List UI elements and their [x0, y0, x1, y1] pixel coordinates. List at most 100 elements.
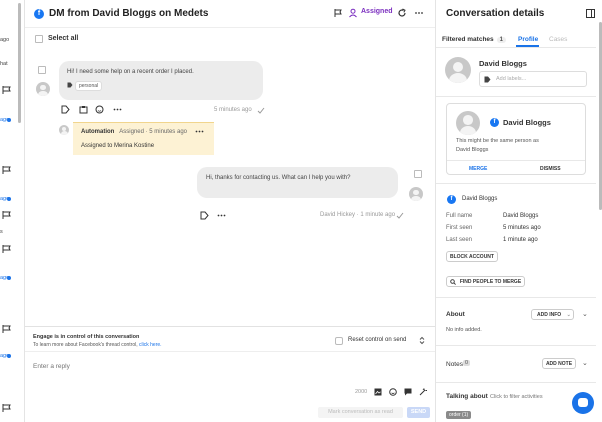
- more-icon[interactable]: [217, 211, 226, 220]
- profile-name: David Bloggs: [479, 59, 527, 68]
- talking-about-hint: Click to filter activities: [490, 394, 543, 400]
- image-icon[interactable]: [374, 388, 382, 396]
- help-chat-button[interactable]: [572, 392, 594, 414]
- list-fragment: hat: [0, 61, 8, 67]
- about-title: About: [446, 311, 465, 318]
- section-divider: [436, 183, 596, 184]
- section-divider: [436, 345, 596, 346]
- dismiss-button[interactable]: DISMISS: [540, 166, 561, 172]
- topic-chip[interactable]: order (1): [446, 411, 472, 419]
- tag-icon: [484, 76, 491, 83]
- facebook-account-name: David Bloggs: [462, 196, 498, 202]
- more-icon[interactable]: [113, 105, 122, 114]
- field-key: First seen: [446, 225, 473, 231]
- suggested-avatar: [456, 111, 480, 135]
- find-people-label: FIND PEOPLE TO MERGE: [459, 279, 522, 285]
- conversation-header: f DM from David Bloggs on Medets Assigne…: [25, 0, 435, 28]
- details-title: Conversation details: [446, 8, 545, 19]
- tag-icon[interactable]: [200, 211, 209, 220]
- automation-title: Automation: [81, 129, 115, 135]
- select-all-checkbox[interactable]: [35, 35, 43, 43]
- find-people-button[interactable]: FIND PEOPLE TO MERGE: [446, 276, 525, 287]
- add-labels-field[interactable]: Add labels...: [479, 71, 587, 87]
- flag-icon: [2, 325, 11, 333]
- add-info-button[interactable]: ADD INFO ⌄: [531, 309, 574, 320]
- reply-input[interactable]: [33, 360, 423, 372]
- automation-note: [73, 122, 214, 155]
- message-author-time: David Hickey · 1 minute ago: [320, 212, 396, 218]
- message-time: 5 minutes ago: [214, 107, 252, 113]
- message-checkbox[interactable]: [414, 170, 422, 178]
- assigned-button[interactable]: Assigned: [361, 8, 393, 15]
- field-value: David Bloggs: [503, 213, 539, 219]
- flag-icon: [2, 404, 11, 412]
- more-icon[interactable]: [195, 127, 204, 136]
- facebook-icon: f: [447, 195, 456, 204]
- section-divider: [436, 382, 596, 383]
- conversation-panel: f DM from David Bloggs on Medets Assigne…: [25, 0, 435, 422]
- conversation-title: DM from David Bloggs on Medets: [49, 8, 209, 19]
- tag-icon[interactable]: [61, 105, 70, 114]
- tab-profile[interactable]: Profile: [518, 36, 538, 43]
- flag-icon[interactable]: [333, 8, 343, 18]
- magic-icon[interactable]: [419, 388, 427, 396]
- chevron-down-icon[interactable]: ⌄: [582, 359, 588, 367]
- section-divider: [436, 96, 596, 97]
- customer-avatar: [36, 82, 50, 96]
- field-key: Full name: [446, 213, 473, 219]
- chevron-down-icon[interactable]: ⌄: [582, 310, 588, 318]
- suggested-name: David Bloggs: [503, 118, 551, 127]
- thread-control-text: To learn more about Facebook's thread co…: [33, 342, 138, 348]
- notes-title: Notes: [446, 361, 463, 368]
- archive-icon[interactable]: [79, 105, 88, 114]
- emoji-icon[interactable]: [389, 388, 397, 396]
- automation-body: Assigned to Merina Kostine: [81, 143, 155, 149]
- person-icon: [349, 8, 357, 18]
- incoming-message-text: Hi! I need some help on a recent order I…: [67, 69, 194, 75]
- matches-badge: 1: [496, 37, 507, 43]
- section-divider: [436, 297, 596, 298]
- canned-response-icon[interactable]: [404, 388, 412, 396]
- merge-button[interactable]: MERGE: [469, 166, 487, 172]
- emoji-icon[interactable]: [95, 105, 104, 114]
- conversation-list-strip[interactable]: ago hat ago ago s ago ago: [0, 0, 25, 422]
- agent-avatar: [409, 187, 423, 201]
- field-value: 1 minute ago: [503, 237, 538, 243]
- list-scrollbar[interactable]: [18, 3, 21, 123]
- merge-suggestion-text: This might be the same person as: [456, 138, 539, 144]
- send-button[interactable]: SEND: [407, 407, 430, 418]
- check-icon: [396, 212, 404, 219]
- merge-suggestion-card: f David Bloggs This might be the same pe…: [446, 103, 586, 175]
- message-tag[interactable]: personal: [67, 81, 103, 91]
- thread-control-bar: Engage is in control of this conversatio…: [25, 326, 435, 351]
- thread-control-info: To learn more about Facebook's thread co…: [33, 342, 162, 348]
- field-key: Last seen: [446, 237, 473, 243]
- automation-header: Automation Assigned · 5 minutes ago: [81, 128, 187, 135]
- tag-chip: personal: [74, 81, 103, 91]
- incoming-message-bubble: Hi! I need some help on a recent order I…: [59, 61, 263, 100]
- reply-composer: 2000 Mark conversation as read SEND: [25, 351, 435, 422]
- message-checkbox[interactable]: [38, 66, 46, 74]
- profile-avatar: [445, 57, 471, 83]
- outgoing-message-bubble: Hi, thanks for contacting us. What can I…: [197, 167, 398, 198]
- more-icon[interactable]: [414, 8, 424, 18]
- unread-dot: [7, 276, 11, 280]
- block-account-button[interactable]: BLOCK ACCOUNT: [446, 251, 498, 262]
- tab-cases[interactable]: Cases: [549, 36, 567, 43]
- reset-control-checkbox[interactable]: [335, 337, 343, 345]
- tab-filtered-matches[interactable]: Filtered matches 1: [442, 36, 507, 43]
- facebook-icon: f: [490, 118, 499, 127]
- collapse-panel-icon[interactable]: [586, 9, 595, 18]
- flag-icon: [2, 166, 11, 174]
- unread-dot: [7, 118, 11, 122]
- no-info-text: No info added.: [446, 327, 482, 333]
- merge-suggestion-target: David Bloggs: [456, 147, 489, 153]
- expand-icon[interactable]: [418, 336, 426, 345]
- add-labels-placeholder: Add labels...: [496, 76, 527, 82]
- facebook-icon: f: [34, 9, 44, 19]
- automation-avatar: [59, 125, 69, 135]
- refresh-icon[interactable]: [397, 8, 407, 18]
- add-note-button[interactable]: ADD NOTE: [542, 358, 576, 369]
- click-here-link[interactable]: click here.: [139, 342, 162, 348]
- mark-as-read-button[interactable]: Mark conversation as read: [318, 407, 403, 418]
